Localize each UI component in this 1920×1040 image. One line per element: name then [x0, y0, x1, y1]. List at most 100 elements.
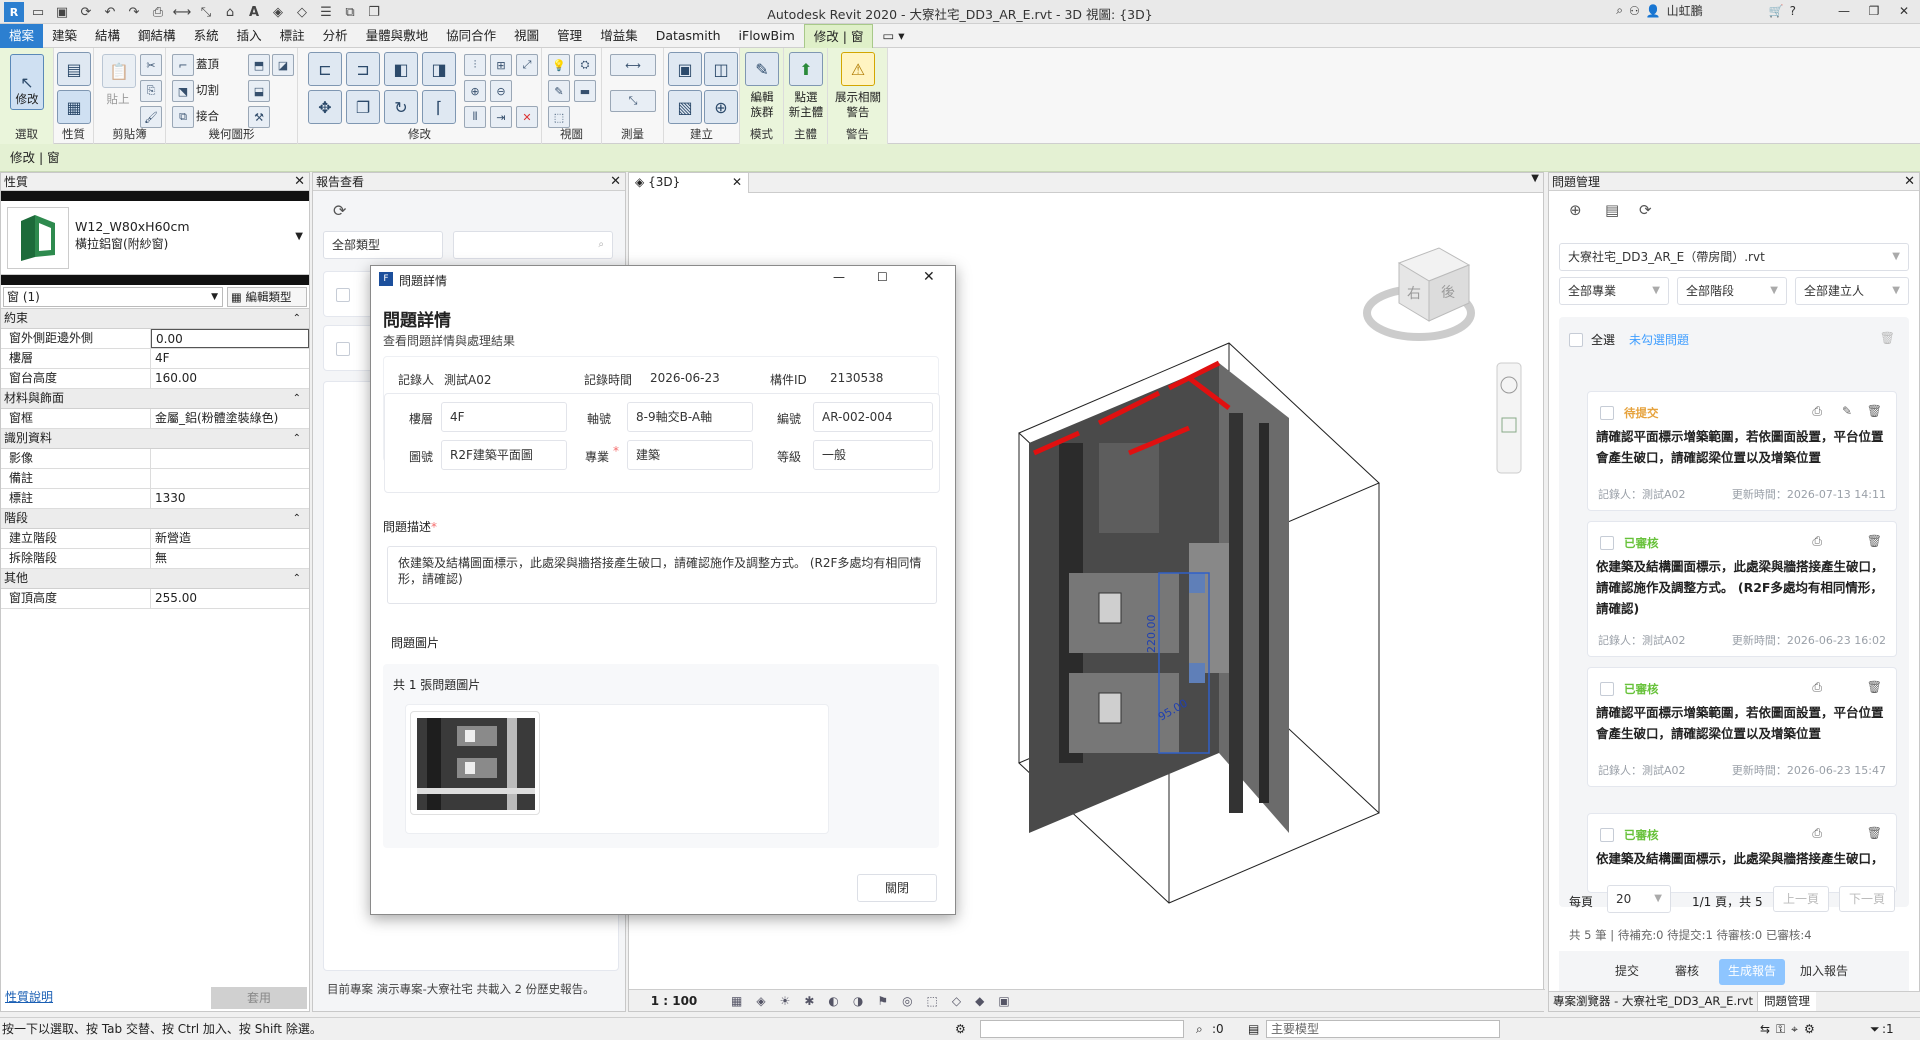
properties-icon[interactable]: ▤: [57, 52, 91, 86]
select-all-label[interactable]: 全選: [1591, 331, 1615, 348]
instance-filter[interactable]: 窗 (1) ▼: [3, 287, 223, 307]
property-row[interactable]: 窗框 金屬_鋁(粉體塗裝綠色): [1, 409, 309, 429]
checkbox[interactable]: [1600, 828, 1614, 842]
add-to-report-button[interactable]: 加入報告: [1791, 959, 1857, 985]
checkbox[interactable]: [336, 342, 350, 356]
property-row[interactable]: 窗頂高度 255.00: [1, 589, 309, 609]
property-section[interactable]: 識別資料 ⌃: [1, 429, 309, 449]
cope-label[interactable]: 蓋頂: [196, 57, 219, 72]
locate-icon[interactable]: ⎙: [1812, 826, 1822, 841]
building-model[interactable]: [1029, 360, 1289, 833]
view-scale[interactable]: 1 : 100: [629, 994, 719, 1008]
edit-type-button[interactable]: ▦ 編輯類型: [227, 287, 307, 307]
cart-icon[interactable]: 🛒: [1769, 4, 1784, 18]
edit-icon[interactable]: ✎: [1842, 404, 1852, 418]
creator-filter[interactable]: 全部建立人 ▼: [1795, 277, 1909, 305]
report-icon[interactable]: ▤: [1605, 201, 1619, 219]
chevron-down-icon[interactable]: ▼: [295, 231, 303, 242]
tab-3[interactable]: 鋼結構: [129, 24, 185, 48]
minimize-button[interactable]: —: [833, 270, 845, 284]
measure-distance-icon[interactable]: ⟷: [610, 54, 656, 76]
project-select[interactable]: 大寮社宅_DD3_AR_E（帶房間）.rvt ▼: [1559, 243, 1909, 271]
join-label[interactable]: 接合: [196, 109, 219, 124]
property-row[interactable]: 拆除階段無: [1, 549, 309, 569]
tab-13[interactable]: Datasmith: [647, 24, 730, 48]
property-section[interactable]: 階段 ⌃: [1, 509, 309, 529]
axis-field[interactable]: 8-9軸交B-A軸: [627, 402, 753, 432]
array-icon[interactable]: ⊞: [490, 54, 512, 76]
view-tab[interactable]: ◈ {3D} ✕: [629, 173, 749, 193]
tab-project-browser[interactable]: 專案瀏覽器 - 大寮社宅_DD3_AR_E.rvt: [1549, 992, 1759, 1011]
tab-5[interactable]: 插入: [228, 24, 271, 48]
next-page-button[interactable]: 下一頁: [1839, 886, 1895, 912]
apply-button[interactable]: 套用: [211, 987, 307, 1009]
property-row[interactable]: 樓層 4F: [1, 349, 309, 369]
restore-button[interactable]: ❐: [1862, 4, 1886, 18]
close-icon[interactable]: ✕: [294, 173, 305, 191]
trim-multiple-icon[interactable]: ⫴: [464, 106, 486, 128]
property-row[interactable]: 窗台高度 160.00: [1, 369, 309, 389]
property-row[interactable]: 標註 1330: [1, 489, 309, 509]
description-field[interactable]: 依建築及結構圖面標示，此處梁與牆搭接產生破口，請確認施作及調整方式。 (R2F多…: [387, 546, 937, 604]
property-row[interactable]: 建立階段 新營造: [1, 529, 309, 549]
user-name[interactable]: 山虹鵬: [1667, 2, 1703, 19]
workset-select[interactable]: [980, 1020, 1184, 1038]
properties-help-link[interactable]: 性質說明: [5, 988, 53, 1005]
copy-icon[interactable]: ⎘: [140, 80, 162, 102]
report-type-filter[interactable]: 全部類型: [323, 231, 443, 259]
tab-9[interactable]: 協同合作: [437, 24, 505, 48]
close-window-button[interactable]: ✕: [1892, 4, 1916, 18]
create-group-icon[interactable]: ▧: [668, 90, 702, 124]
edit-family-icon[interactable]: ✎: [745, 52, 779, 86]
tab-6[interactable]: 標註: [271, 24, 314, 48]
trash-icon[interactable]: 🗑: [1880, 331, 1895, 345]
issue-card[interactable]: 已審核 ⎙ 🗑 請確認平面標示增築範圍，若依圖面設置，平台位置會產生破口，請確認梁位置…: [1587, 667, 1897, 787]
editable-only-icon[interactable]: ⌕: [1196, 1018, 1203, 1040]
locate-icon[interactable]: ⎙: [1812, 534, 1822, 549]
close-icon[interactable]: ✕: [610, 173, 621, 191]
checkbox[interactable]: [1600, 536, 1614, 550]
level-field[interactable]: 一般: [813, 440, 933, 470]
extend-icon[interactable]: ⇥: [490, 106, 512, 128]
unpin-icon[interactable]: ⊖: [490, 80, 512, 102]
issue-image-thumbnail[interactable]: [410, 711, 540, 815]
hide-icon[interactable]: 💡: [548, 54, 570, 76]
worksets-icon[interactable]: ⚙: [955, 1018, 966, 1040]
submit-button[interactable]: 提交: [1599, 959, 1655, 985]
type-properties-icon[interactable]: ▦: [57, 90, 91, 124]
drawing-field[interactable]: R2F建築平面圖: [441, 440, 567, 470]
split-icon[interactable]: ⫶: [464, 54, 486, 76]
design-options-icon[interactable]: ▤: [1248, 1018, 1259, 1040]
selection-box-icon[interactable]: ⬚: [548, 106, 570, 128]
trash-icon[interactable]: 🗑: [1867, 534, 1882, 548]
create-assembly-icon[interactable]: ▣: [668, 52, 702, 86]
property-section[interactable]: 約束 ⌃: [1, 309, 309, 329]
panel-toggle-icon[interactable]: ▭ ▾: [873, 24, 913, 48]
issue-card[interactable]: 已審核 ⎙ 🗑 依建築及結構圖面標示，此處梁與牆搭接產生破口，請確認施作及調整方式。 …: [1587, 521, 1897, 657]
tab-8[interactable]: 量體與敷地: [357, 24, 438, 48]
locate-icon[interactable]: ⎙: [1812, 404, 1822, 419]
issue-card[interactable]: 已審核 ⎙ 🗑 依建築及結構圖面標示，此處梁與牆搭接產生破口，: [1587, 813, 1897, 893]
paste-icon[interactable]: 📋: [102, 54, 136, 88]
trim-icon[interactable]: ⌈: [422, 90, 456, 124]
view-control-icons[interactable]: ▦◈☀✱◐◑⚑◎⬚◇◆▣: [731, 994, 1024, 1008]
show-warnings-label[interactable]: 展示相關 警告: [828, 90, 888, 120]
tab-1[interactable]: 建築: [43, 24, 86, 48]
checkbox[interactable]: [1600, 682, 1614, 696]
linework-icon[interactable]: ✎: [548, 80, 570, 102]
property-section[interactable]: 材料與飾面 ⌃: [1, 389, 309, 409]
mirror-draw-icon[interactable]: ◨: [422, 52, 456, 86]
add-issue-icon[interactable]: ⊕: [1569, 201, 1582, 219]
binoculars-icon[interactable]: ⚇: [1629, 4, 1640, 18]
align-icon[interactable]: ⊏: [308, 52, 342, 86]
cut-icon[interactable]: ✂: [140, 54, 162, 76]
tab-2[interactable]: 結構: [86, 24, 129, 48]
per-page-select[interactable]: 20 ▼: [1607, 885, 1671, 913]
locate-icon[interactable]: ⎙: [1812, 680, 1822, 695]
tab-12[interactable]: 增益集: [591, 24, 647, 48]
maximize-button[interactable]: ☐: [877, 270, 888, 284]
warning-icon[interactable]: ⚠: [841, 52, 875, 86]
join-icon[interactable]: ⧉: [172, 106, 194, 128]
tab-10[interactable]: 視圖: [505, 24, 548, 48]
chevron-down-icon[interactable]: ▼: [1531, 173, 1539, 184]
